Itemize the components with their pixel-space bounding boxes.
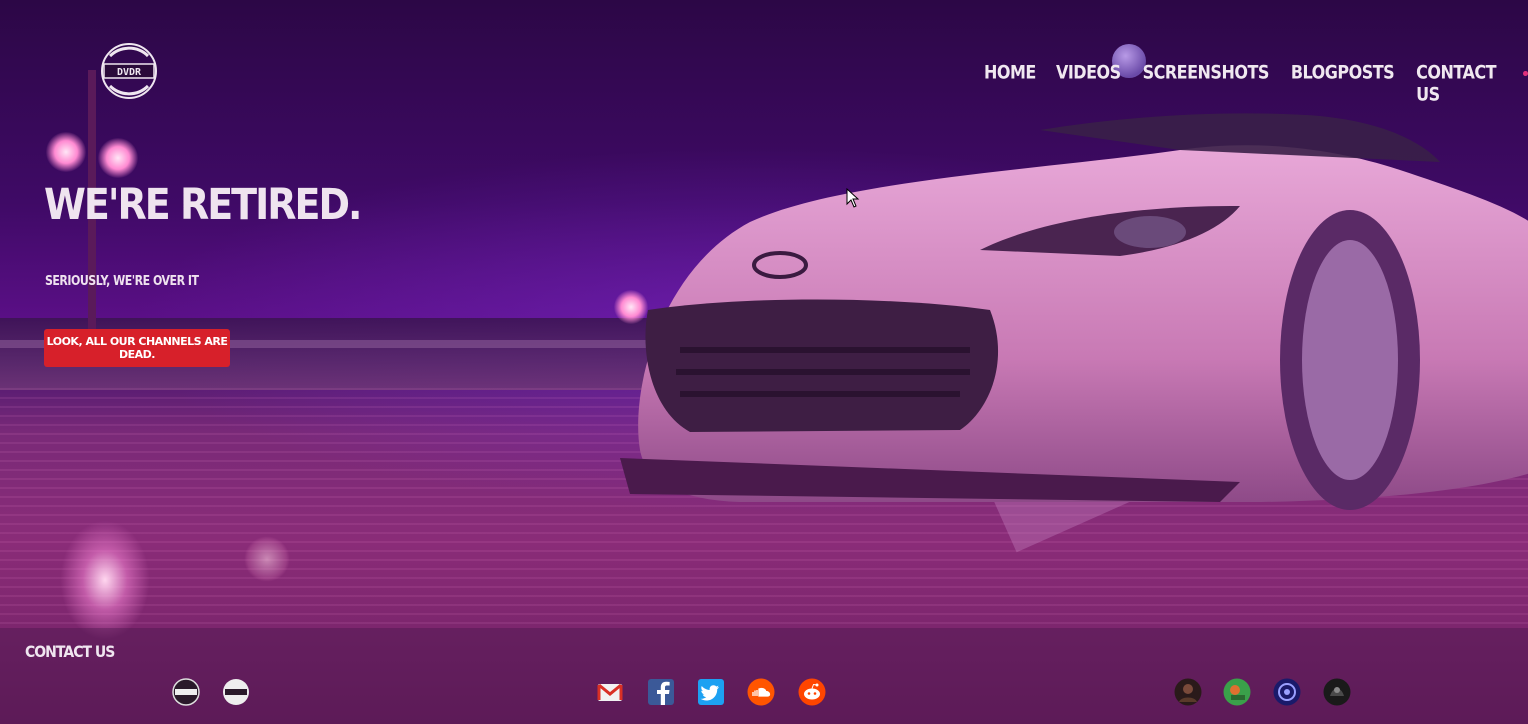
footer-title: CONTACT US <box>25 643 115 662</box>
hero-title: WE'RE RETIRED. <box>44 180 362 230</box>
twitter-icon[interactable] <box>697 678 725 706</box>
logo-text: DVDR <box>117 67 142 78</box>
avatar-icon[interactable] <box>1223 678 1251 706</box>
nav-contact-us[interactable]: CONTACT US <box>1416 61 1515 105</box>
street-lamp-light <box>46 132 86 172</box>
avatar-icon[interactable] <box>1174 678 1202 706</box>
dvdr-badge-icon[interactable] <box>172 678 200 706</box>
nav-home[interactable]: HOME <box>984 61 1036 105</box>
channels-button[interactable]: LOOK, ALL OUR CHANNELS ARE DEAD. <box>44 329 230 367</box>
footer <box>0 628 1528 724</box>
nav-blogposts[interactable]: BLOGPOSTS <box>1291 61 1395 105</box>
dvdr-badge-icon[interactable] <box>222 678 250 706</box>
main-nav: HOME VIDEOS SCREENSHOTS BLOGPOSTS CONTAC… <box>984 61 1528 105</box>
facebook-icon[interactable] <box>647 678 675 706</box>
hero-subtitle: SERIOUSLY, WE'RE OVER IT <box>45 273 199 289</box>
lamp-reflection <box>60 520 150 640</box>
steam-like-icon[interactable] <box>1273 678 1301 706</box>
sports-car <box>620 113 1528 510</box>
nav-screenshots[interactable]: SCREENSHOTS <box>1143 61 1270 105</box>
street-lamp-light <box>98 138 138 178</box>
mouse-cursor-icon <box>846 188 860 208</box>
avatar-icon[interactable] <box>1323 678 1351 706</box>
nav-videos[interactable]: VIDEOS <box>1056 61 1121 105</box>
gmail-icon[interactable] <box>596 678 624 706</box>
dvdr-logo[interactable]: DVDR <box>100 42 158 100</box>
nav-active-dot <box>1523 71 1528 76</box>
reddit-icon[interactable] <box>798 678 826 706</box>
bokeh-light <box>244 536 290 582</box>
soundcloud-icon[interactable] <box>747 678 775 706</box>
